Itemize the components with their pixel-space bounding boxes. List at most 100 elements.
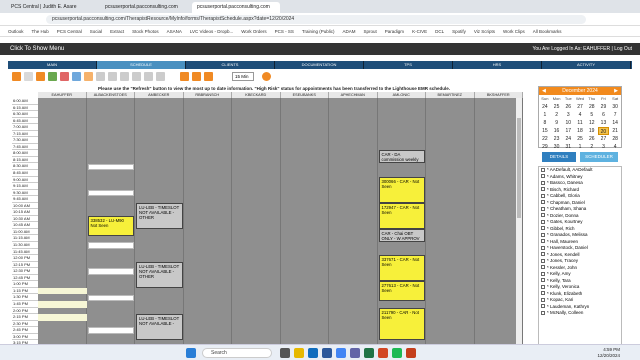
bookmark-item[interactable]: Spotify xyxy=(452,29,466,34)
calendar-day[interactable]: 31 xyxy=(562,143,574,151)
browser-tab-portal-1[interactable]: pcsuserportal.pacconsulting.com xyxy=(100,2,188,13)
open-slot[interactable] xyxy=(38,314,87,321)
patient-checkbox[interactable] xyxy=(541,265,545,270)
patient-checkbox[interactable] xyxy=(541,226,545,231)
bookmark-item[interactable]: K-CIVE xyxy=(412,29,427,34)
nav-documentation[interactable]: DOCUMENTATION xyxy=(275,61,364,69)
patient-checkbox[interactable] xyxy=(541,284,545,289)
patient-checkbox[interactable] xyxy=(541,167,545,172)
cut-icon[interactable] xyxy=(108,72,117,81)
grid-icon[interactable] xyxy=(132,72,141,81)
calendar-day[interactable]: 6 xyxy=(598,111,610,119)
patient-checkbox[interactable] xyxy=(541,219,545,224)
calendar-day[interactable]: 16 xyxy=(551,127,563,135)
bookmark-item[interactable]: Outlook xyxy=(8,29,24,34)
calendar-day[interactable]: 29 xyxy=(539,143,551,151)
appointment-block[interactable]: 300066 - CAR - Not Seen xyxy=(378,176,425,203)
calendar-day[interactable]: 4 xyxy=(609,143,621,151)
nav-hrs[interactable]: HRS xyxy=(453,61,542,69)
appointment-block[interactable]: LU-LEB - TIMESLOT NOT AVAILABLE - OTHER xyxy=(136,261,183,288)
bookmark-item[interactable]: DCL xyxy=(435,29,444,34)
url-input[interactable]: pcsuserportal.pacconsulting.com/Therapis… xyxy=(46,15,586,24)
nav-tps[interactable]: TPS xyxy=(364,61,453,69)
calendar-day[interactable]: 14 xyxy=(609,119,621,127)
calendar-icon[interactable] xyxy=(12,72,21,81)
bookmark-item[interactable]: Stock Photos xyxy=(132,29,159,34)
patient-checkbox[interactable] xyxy=(541,245,545,250)
next-icon[interactable] xyxy=(192,72,201,81)
therapist-column[interactable] xyxy=(183,98,232,360)
details-button[interactable]: DETAILS xyxy=(542,152,576,162)
task-view-icon[interactable] xyxy=(280,348,290,358)
chrome-icon[interactable] xyxy=(336,348,346,358)
calendar-day[interactable]: 17 xyxy=(562,127,574,135)
calendar-day[interactable]: 12 xyxy=(586,119,598,127)
calendar-day[interactable]: 11 xyxy=(574,119,586,127)
therapist-column[interactable] xyxy=(426,98,475,360)
windows-start-icon[interactable] xyxy=(186,348,196,358)
excel-icon[interactable] xyxy=(364,348,374,358)
open-slot[interactable] xyxy=(87,327,134,334)
calendar-day[interactable]: 26 xyxy=(586,135,598,143)
open-slot[interactable] xyxy=(87,163,134,171)
patient-checkbox[interactable] xyxy=(541,304,545,309)
bookmark-item[interactable]: Work Orders xyxy=(241,29,266,34)
patient-checkbox[interactable] xyxy=(541,310,545,315)
patient-checkbox[interactable] xyxy=(541,187,545,192)
interval-select[interactable]: 15 Min xyxy=(232,72,254,81)
taskbar-clock[interactable]: 4:59 PM 12/20/2024 xyxy=(597,347,620,359)
calendar-day[interactable]: 13 xyxy=(598,119,610,127)
appointment-block[interactable]: CAR - Chai OBT ONLY - W APPROV xyxy=(378,229,425,243)
calendar-day[interactable]: 30 xyxy=(551,143,563,151)
appointment-block[interactable]: LU-LEB - TIMESLOT NOT AVAILABLE - xyxy=(136,314,183,341)
bookmark-item[interactable]: Work Clips xyxy=(503,29,525,34)
patient-checkbox[interactable] xyxy=(541,239,545,244)
show-menu-link[interactable]: Click To Show Menu xyxy=(10,46,64,52)
bookmark-item[interactable]: ASANA xyxy=(167,29,182,34)
patient-checkbox[interactable] xyxy=(541,252,545,257)
calendar-day[interactable]: 23 xyxy=(551,135,563,143)
calendar-day[interactable]: 26 xyxy=(562,103,574,111)
calendar-day[interactable]: 22 xyxy=(539,135,551,143)
patient-checkbox[interactable] xyxy=(541,271,545,276)
calendar-day[interactable]: 3 xyxy=(598,143,610,151)
calendar-day[interactable]: 8 xyxy=(539,119,551,127)
patient-checkbox[interactable] xyxy=(541,180,545,185)
bookmark-item[interactable]: Paradigm xyxy=(385,29,404,34)
calendar-day[interactable]: 25 xyxy=(551,103,563,111)
browser-tab-portal-2[interactable]: pcsuserportal.pacconsulting.com xyxy=(192,2,280,13)
bookmark-item[interactable]: PCS Central xyxy=(57,29,82,34)
filter-icon[interactable] xyxy=(156,72,165,81)
nav-schedule[interactable]: SCHEDULE xyxy=(97,61,186,69)
delete-icon[interactable] xyxy=(60,72,69,81)
patient-checkbox[interactable] xyxy=(541,258,545,263)
nav-activity[interactable]: ACTIVITY xyxy=(542,61,631,69)
calendar-day[interactable]: 18 xyxy=(574,127,586,135)
appointment-block[interactable]: LU-LEB - TIMESLOT NOT AVAILABLE - OTHER xyxy=(136,202,183,229)
patient-checkbox[interactable] xyxy=(541,213,545,218)
add-icon[interactable] xyxy=(48,72,57,81)
prev-month-icon[interactable]: ◀ xyxy=(542,87,546,95)
nav-main[interactable]: MAIN xyxy=(8,61,97,69)
calendar-day[interactable]: 1 xyxy=(539,111,551,119)
calendar-day[interactable]: 9 xyxy=(551,119,563,127)
therapist-column[interactable] xyxy=(232,98,281,360)
calendar-day[interactable]: 29 xyxy=(598,103,610,111)
calendar-day[interactable]: 19 xyxy=(586,127,598,135)
taskbar-search[interactable]: Search xyxy=(202,348,272,358)
appointment-block[interactable]: 211790 - CAR - Not Seen xyxy=(378,307,425,341)
bookmark-item[interactable]: ADAM xyxy=(343,29,356,34)
therapist-column[interactable] xyxy=(329,98,378,360)
therapist-column[interactable] xyxy=(38,98,87,360)
calendar-day[interactable]: 20 xyxy=(597,127,610,135)
outlook-icon[interactable] xyxy=(308,348,318,358)
calendar-day[interactable]: 24 xyxy=(539,103,551,111)
grid-scrollbar[interactable] xyxy=(516,98,522,360)
patient-checkbox[interactable] xyxy=(541,206,545,211)
powerpoint-icon[interactable] xyxy=(378,348,388,358)
patient-checkbox[interactable] xyxy=(541,200,545,205)
therapist-column[interactable] xyxy=(280,98,329,360)
calendar-day[interactable]: 28 xyxy=(609,135,621,143)
calendar-day[interactable]: 3 xyxy=(562,111,574,119)
print-icon[interactable] xyxy=(72,72,81,81)
